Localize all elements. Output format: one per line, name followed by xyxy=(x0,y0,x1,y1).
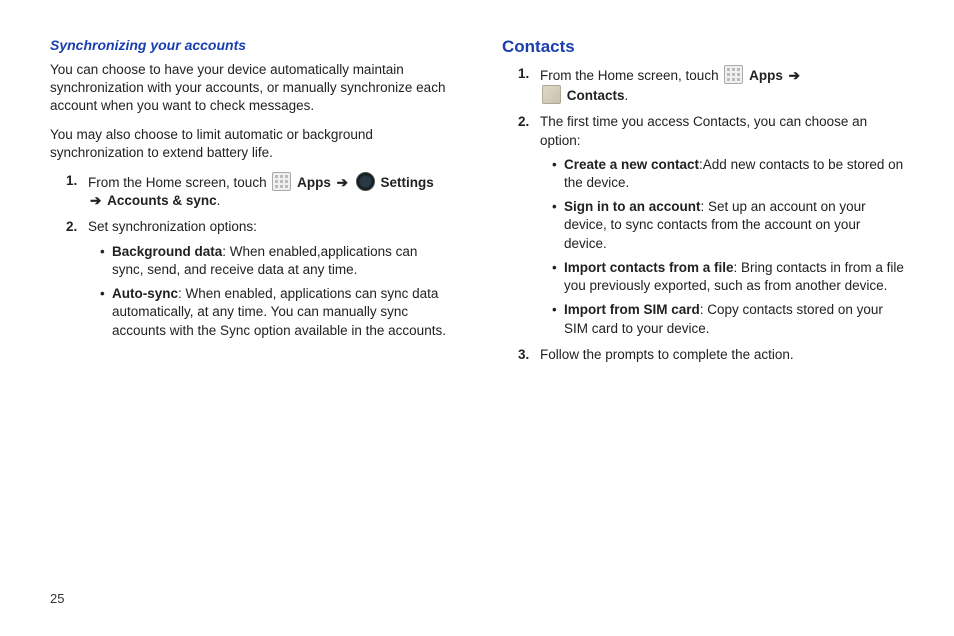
step-text: From the Home screen, touch xyxy=(88,175,270,190)
contacts-label: Contacts xyxy=(567,88,625,103)
arrow-icon: ➔ xyxy=(90,193,101,208)
option-term: Create a new contact xyxy=(564,157,699,172)
option-term: Background data xyxy=(112,244,222,259)
right-column: Contacts 1. From the Home screen, touch … xyxy=(502,36,904,372)
sync-intro-2: You may also choose to limit automatic o… xyxy=(50,126,452,162)
contacts-heading: Contacts xyxy=(502,36,904,59)
step-text: Set synchronization options: xyxy=(88,219,257,234)
list-item: Import from SIM card: Copy contacts stor… xyxy=(552,301,904,337)
contacts-steps: 1. From the Home screen, touch Apps ➔ Co… xyxy=(518,65,904,364)
sync-step-2: 2. Set synchronization options: Backgrou… xyxy=(66,218,452,339)
step-tail: . xyxy=(625,88,629,103)
step-number: 3. xyxy=(518,346,529,364)
contacts-icon xyxy=(542,85,561,104)
contacts-step-2: 2. The first time you access Contacts, y… xyxy=(518,113,904,337)
step-text: From the Home screen, touch xyxy=(540,68,722,83)
step-text: The first time you access Contacts, you … xyxy=(540,114,867,147)
list-item: Auto-sync: When enabled, applications ca… xyxy=(100,285,452,340)
accounts-sync-label: Accounts & sync xyxy=(107,193,217,208)
contacts-options-list: Create a new contact:Add new contacts to… xyxy=(552,156,904,338)
list-item: Create a new contact:Add new contacts to… xyxy=(552,156,904,192)
list-item: Sign in to an account: Set up an account… xyxy=(552,198,904,253)
apps-label: Apps xyxy=(297,175,331,190)
left-column: Synchronizing your accounts You can choo… xyxy=(50,36,452,372)
option-term: Import contacts from a file xyxy=(564,260,734,275)
apps-icon xyxy=(272,172,291,191)
settings-label: Settings xyxy=(380,175,433,190)
sync-heading: Synchronizing your accounts xyxy=(50,36,452,55)
contacts-step-3: 3. Follow the prompts to complete the ac… xyxy=(518,346,904,364)
step-tail: . xyxy=(217,193,221,208)
step-number: 1. xyxy=(518,65,529,83)
apps-icon xyxy=(724,65,743,84)
option-term: Import from SIM card xyxy=(564,302,700,317)
sync-steps: 1. From the Home screen, touch Apps ➔ Se… xyxy=(66,172,452,340)
sync-step-1: 1. From the Home screen, touch Apps ➔ Se… xyxy=(66,172,452,210)
option-term: Sign in to an account xyxy=(564,199,701,214)
sync-intro-1: You can choose to have your device autom… xyxy=(50,61,452,116)
arrow-icon: ➔ xyxy=(337,175,348,190)
page-number: 25 xyxy=(50,591,64,606)
step-number: 2. xyxy=(518,113,529,131)
step-text: Follow the prompts to complete the actio… xyxy=(540,347,794,362)
manual-page: Synchronizing your accounts You can choo… xyxy=(0,0,954,392)
contacts-step-1: 1. From the Home screen, touch Apps ➔ Co… xyxy=(518,65,904,105)
sync-options-list: Background data: When enabled,applicatio… xyxy=(100,243,452,340)
list-item: Background data: When enabled,applicatio… xyxy=(100,243,452,279)
list-item: Import contacts from a file: Bring conta… xyxy=(552,259,904,295)
step-number: 1. xyxy=(66,172,77,190)
arrow-icon: ➔ xyxy=(789,68,800,83)
apps-label: Apps xyxy=(749,68,783,83)
settings-icon xyxy=(356,172,375,191)
option-term: Auto-sync xyxy=(112,286,178,301)
step-number: 2. xyxy=(66,218,77,236)
